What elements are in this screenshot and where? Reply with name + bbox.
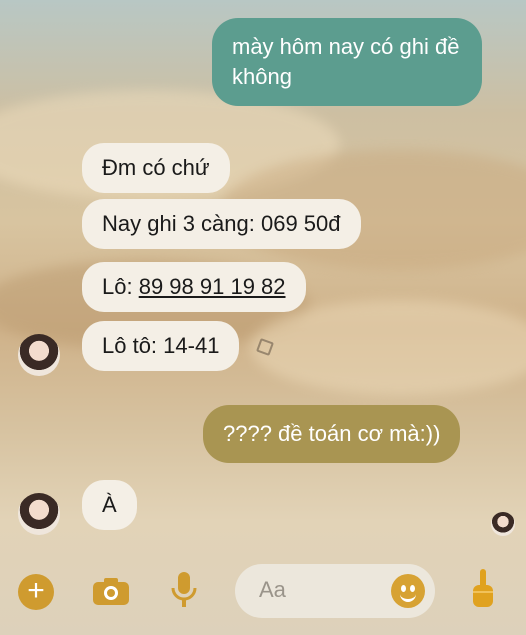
thumbs-up-icon[interactable] <box>470 569 496 609</box>
message-outgoing[interactable]: ???? đề toán cơ mà:)) <box>203 405 461 463</box>
camera-icon[interactable] <box>92 576 130 606</box>
avatar[interactable] <box>18 493 60 535</box>
message-incoming[interactable]: À <box>82 480 137 530</box>
message-incoming[interactable]: Đm có chứ <box>82 143 230 193</box>
message-numbers[interactable]: 89 98 91 19 82 <box>139 274 286 299</box>
message-outgoing[interactable]: mày hôm nay có ghi đề không <box>212 18 482 106</box>
message-input-placeholder: Aa <box>259 577 286 602</box>
plus-icon[interactable]: + <box>18 574 54 610</box>
message-incoming[interactable]: Lô tô: 14-41 <box>82 321 240 371</box>
message-incoming[interactable]: Lô: 89 98 91 19 82 <box>82 262 306 312</box>
background-dune <box>250 300 526 395</box>
composer: + Aa <box>0 556 526 635</box>
emoji-icon[interactable] <box>391 574 425 608</box>
message-prefix: Lô: <box>102 274 139 299</box>
microphone-icon[interactable] <box>170 570 198 610</box>
message-input[interactable]: Aa <box>235 564 435 618</box>
read-receipt-avatar <box>491 512 515 536</box>
message-incoming[interactable]: Nay ghi 3 càng: 069 50đ <box>82 199 361 249</box>
avatar[interactable] <box>18 334 60 376</box>
